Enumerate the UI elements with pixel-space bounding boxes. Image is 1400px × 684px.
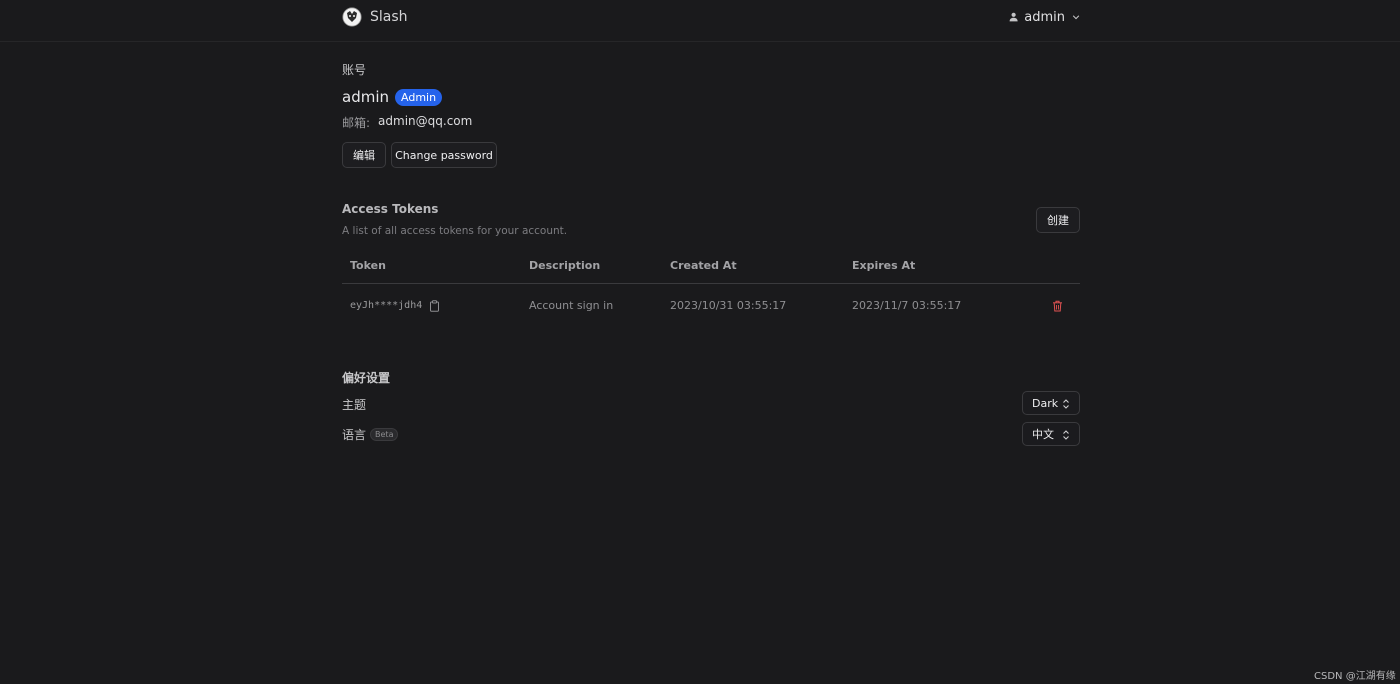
column-header-description: Description — [529, 259, 601, 272]
email-value: admin@qq.com — [378, 114, 473, 128]
slash-logo-icon — [342, 7, 362, 27]
clipboard-icon[interactable] — [429, 300, 440, 312]
access-tokens-title: Access Tokens — [342, 202, 439, 216]
table-header-divider — [342, 283, 1080, 284]
language-label-row: 语言 Beta — [342, 426, 399, 443]
access-tokens-description: A list of all access tokens for your acc… — [342, 225, 568, 237]
chevron-down-icon — [1072, 15, 1080, 20]
column-header-created-at: Created At — [670, 259, 737, 272]
column-header-token: Token — [350, 259, 386, 272]
theme-select-value: Dark — [1032, 396, 1059, 410]
language-select[interactable]: 中文 — [1022, 422, 1080, 446]
create-token-button[interactable]: 创建 — [1036, 207, 1080, 233]
role-badge: Admin — [395, 88, 443, 106]
user-menu[interactable]: admin — [1008, 7, 1080, 27]
chevron-up-down-icon — [1063, 430, 1069, 440]
user-icon — [1009, 12, 1018, 22]
user-name: admin — [1024, 9, 1065, 25]
brand[interactable]: Slash — [342, 6, 408, 28]
trash-icon[interactable] — [1052, 300, 1063, 312]
token-created-at: 2023/10/31 03:55:17 — [670, 299, 787, 312]
beta-badge: Beta — [370, 428, 399, 441]
theme-label: 主题 — [342, 398, 367, 412]
edit-button[interactable]: 编辑 — [342, 142, 386, 168]
top-bar: Slash admin — [0, 0, 1400, 42]
theme-select[interactable]: Dark — [1022, 391, 1080, 415]
watermark-text: CSDN @江湖有缘 — [1314, 671, 1396, 682]
chevron-up-down-icon — [1063, 399, 1069, 409]
token-description: Account sign in — [529, 299, 614, 312]
app-title: Slash — [370, 9, 408, 25]
token-value: eyJh****jdh4 — [350, 300, 423, 311]
token-expires-at: 2023/11/7 03:55:17 — [852, 299, 962, 312]
column-header-expires-at: Expires At — [852, 259, 916, 272]
language-label: 语言 — [342, 428, 367, 442]
email-label: 邮箱: — [342, 116, 371, 130]
account-name-row: admin Admin — [342, 88, 443, 106]
email-row: 邮箱: admin@qq.com — [342, 114, 472, 131]
language-select-value: 中文 — [1032, 428, 1054, 441]
account-username: admin — [342, 88, 389, 106]
preferences-title: 偏好设置 — [342, 371, 391, 385]
change-password-button[interactable]: Change password — [391, 142, 497, 168]
account-section-label: 账号 — [342, 63, 367, 77]
